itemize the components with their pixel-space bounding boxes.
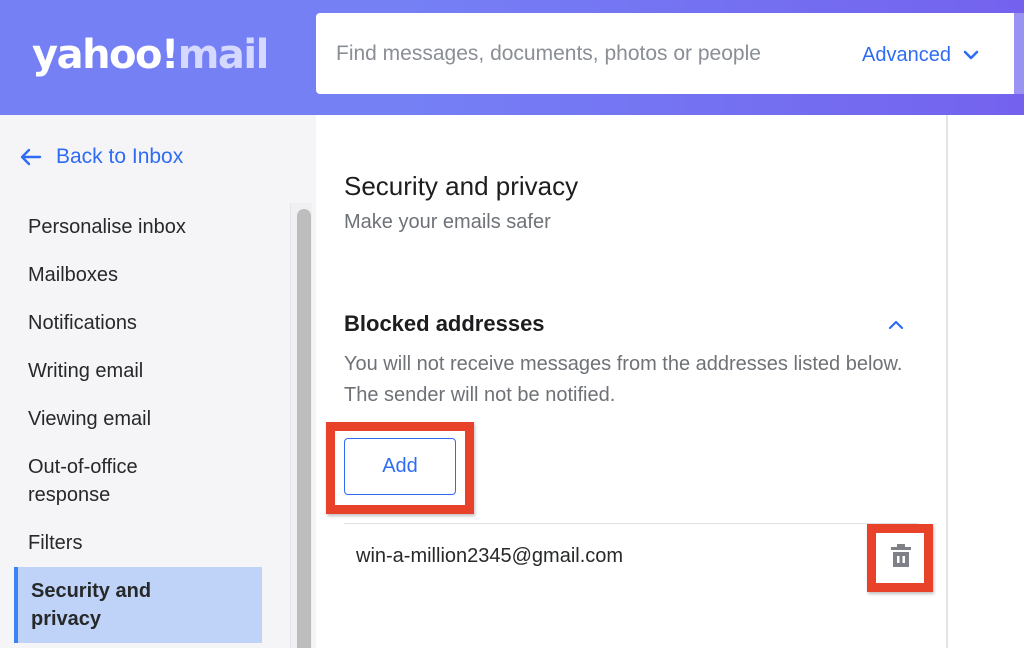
sidebar-item-filters[interactable]: Filters xyxy=(14,529,262,557)
sidebar-scrollbar-thumb[interactable] xyxy=(297,209,311,648)
sidebar-item-label: Security and privacy xyxy=(31,580,152,630)
page-title: Security and privacy xyxy=(344,171,579,201)
blocked-addresses-description: You will not receive messages from the a… xyxy=(344,353,903,406)
chevron-up-icon xyxy=(888,320,904,330)
logo-mail: mail xyxy=(177,32,270,78)
advanced-search-button[interactable]: Advanced xyxy=(862,40,979,70)
back-to-inbox-label: Back to Inbox xyxy=(56,145,184,168)
right-pane xyxy=(948,115,1024,648)
search-input[interactable] xyxy=(336,35,846,73)
yahoo-mail-logo[interactable]: yahoo!mail xyxy=(32,30,270,80)
trash-icon xyxy=(891,544,911,567)
search-bar-edge xyxy=(1014,13,1024,94)
blocked-address-row: win-a-million2345@gmail.com xyxy=(344,524,918,594)
page-subtitle: Make your emails safer xyxy=(344,211,551,233)
blocked-email: win-a-million2345@gmail.com xyxy=(356,545,624,567)
arrow-left-icon xyxy=(20,148,42,166)
sidebar-item-security-privacy[interactable]: Security and privacy xyxy=(14,567,262,643)
sidebar-item-mailboxes[interactable]: Mailboxes xyxy=(14,261,262,289)
chevron-down-icon xyxy=(963,50,979,60)
logo-yahoo: yahoo! xyxy=(32,32,179,78)
sidebar-item-notifications[interactable]: Notifications xyxy=(14,309,262,337)
advanced-label: Advanced xyxy=(862,43,951,66)
blocked-addresses-title: Blocked addresses xyxy=(344,311,545,336)
collapse-section-button[interactable] xyxy=(886,315,906,335)
search-bar: Advanced xyxy=(316,13,1014,94)
settings-content: Security and privacy Make your emails sa… xyxy=(316,115,946,648)
add-blocked-address-button[interactable]: Add xyxy=(344,438,456,495)
sidebar-item-viewing-email[interactable]: Viewing email xyxy=(14,405,262,433)
sidebar-item-personalise-inbox[interactable]: Personalise inbox xyxy=(14,213,262,241)
back-to-inbox-link[interactable]: Back to Inbox xyxy=(20,145,183,169)
delete-blocked-address-button[interactable] xyxy=(890,543,912,569)
settings-sidebar: Back to Inbox Personalise inbox Mailboxe… xyxy=(0,115,316,648)
sidebar-item-out-of-office[interactable]: Out-of-office response xyxy=(14,453,214,509)
sidebar-item-writing-email[interactable]: Writing email xyxy=(14,357,262,385)
